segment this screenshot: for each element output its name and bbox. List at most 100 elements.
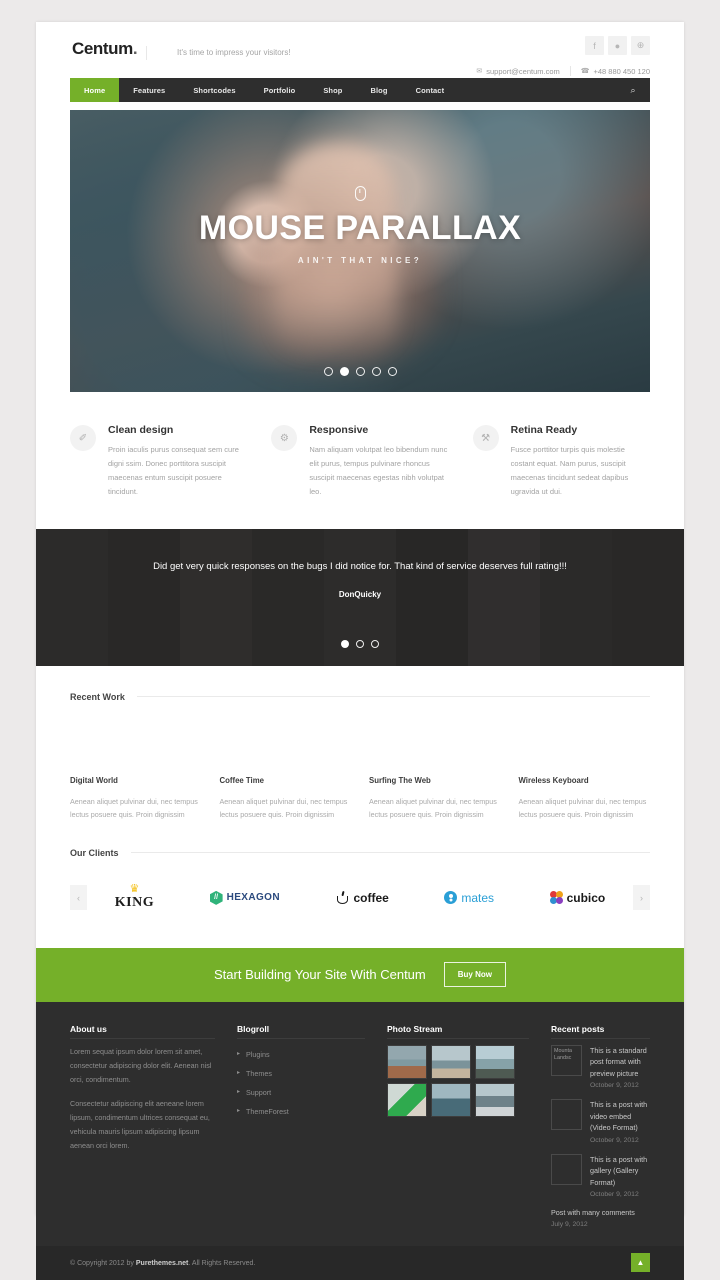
contact-info: ✉ support@centum.com ☎ +48 880 450 120 [476,66,650,76]
work-title: Coffee Time [219,775,264,785]
testimonial-dot-1[interactable] [341,639,349,648]
wrench-icon: ⚒ [472,425,499,451]
recent-post-item-plain[interactable]: Post with many comments July 9, 2012 [551,1208,650,1228]
work-item[interactable]: Coffee Time Aenean aliquet pulvinar dui,… [219,719,351,822]
feature-title: Clean design [108,424,174,436]
photo-thumb[interactable] [431,1082,471,1117]
crown-icon: ♛ [129,883,140,896]
work-item[interactable]: Wireless Keyboard Aenean aliquet pulvina… [518,719,650,822]
about-paragraph-2: Consectetur adipiscing elit aeneane lore… [70,1098,210,1151]
photo-grid [387,1044,529,1117]
post-title: This is a post with video embed (Video F… [590,1100,648,1133]
nav-item-home[interactable]: Home [70,78,120,102]
work-text: Aenean aliquet pulvinar dui, nec tempus … [70,796,198,820]
post-thumbnail-broken [551,1099,582,1131]
scroll-to-top-icon[interactable]: ▲ [631,1253,650,1273]
work-grid: Digital World Aenean aliquet pulvinar du… [70,719,650,822]
google-plus-icon[interactable]: ⊕ [631,36,650,55]
client-name: KING [114,895,155,911]
nav-item-blog[interactable]: Blog [356,78,401,102]
clients-carousel: ‹ ♛ KING HEXAGON co [70,874,650,922]
mates-logo[interactable]: mates [444,878,494,918]
feature-responsive: ⚙ Responsive Nam aliquam volutpat leo bi… [271,424,448,499]
blogroll-link-support[interactable]: Support [237,1083,365,1102]
features-section: ✐ Clean design Proin iaculis purus conse… [36,392,684,529]
clients-section: Our Clients ‹ ♛ KING HEXAGON [36,822,684,922]
post-thumbnail-broken [551,1153,582,1185]
copyright-post: . All Rights Reserved. [188,1259,256,1267]
photo-thumb[interactable] [475,1044,515,1079]
hexagon-logo[interactable]: HEXAGON [209,878,280,918]
copyright-text: © Copyright 2012 by Purethemes.net. All … [70,1260,255,1267]
testimonial-content: Did get very quick responses on the bugs… [36,559,684,599]
photo-thumb[interactable] [387,1044,427,1079]
nav-item-portfolio[interactable]: Portfolio [250,78,310,102]
post-title: Post with many comments [551,1208,635,1218]
cubico-logo[interactable]: cubico [549,878,606,918]
copyright-brand[interactable]: Purethemes.net [136,1260,189,1267]
photo-thumb[interactable] [387,1082,427,1117]
hero-dot-5[interactable] [387,367,397,376]
search-icon[interactable]: ⌕ [616,78,650,102]
work-item[interactable]: Surfing The Web Aenean aliquet pulvinar … [369,719,501,822]
facebook-icon[interactable]: f [585,36,604,55]
recent-work-section: Recent Work Digital World Aenean aliquet… [36,666,684,822]
work-title: Wireless Keyboard [518,775,589,785]
cta-banner: Start Building Your Site With Centum Buy… [36,947,684,1002]
site-logo[interactable]: Centum. [72,39,138,59]
feature-text: Proin iaculis purus consequat sem cure d… [108,445,239,496]
coffee-logo[interactable]: coffee [336,878,389,918]
hero-dot-1[interactable] [323,367,333,376]
contact-email[interactable]: ✉ support@centum.com [476,67,559,76]
social-links: f ● ⊕ [585,36,650,55]
section-title: Our Clients [70,847,119,858]
photo-thumb[interactable] [475,1082,515,1117]
carousel-next-icon[interactable]: › [633,885,650,911]
nav-item-contact[interactable]: Contact [402,78,459,102]
section-header: Our Clients [70,822,650,858]
recent-post-item[interactable]: This is a post with video embed (Video F… [551,1099,650,1144]
share-nodes-icon: ⚙ [271,425,298,451]
recent-post-item[interactable]: This is a post with gallery (Gallery For… [551,1153,650,1199]
feature-retina-ready: ⚒ Retina Ready Fusce porttitor turpis qu… [472,424,650,499]
nav-item-shop[interactable]: Shop [309,78,356,102]
dribbble-icon[interactable]: ● [608,36,627,55]
blogroll-link-themes[interactable]: Themes [237,1064,365,1083]
hero-dot-3[interactable] [355,367,365,376]
person-circle-icon [444,891,458,905]
clients-track: ♛ KING HEXAGON coffee [87,878,633,918]
footer-heading: About us [70,1024,215,1039]
footer-heading: Blogroll [237,1024,365,1039]
testimonial-author: DonQuicky [338,589,382,599]
hero-subtitle: AIN'T THAT NICE? [297,256,423,265]
footer-heading: Recent posts [551,1024,650,1039]
hero-dot-4[interactable] [371,367,381,376]
testimonial-dot-3[interactable] [371,639,379,648]
photo-thumb[interactable] [431,1044,471,1079]
section-title: Recent Work [70,691,125,702]
king-logo[interactable]: ♛ KING [115,878,154,918]
hero-dot-2[interactable] [339,367,349,376]
hero-slider[interactable]: MOUSE PARALLAX AIN'T THAT NICE? [70,110,650,392]
feature-text: Fusce porttitor turpis quis molestie cos… [510,445,629,496]
client-name: HEXAGON [226,892,280,904]
envelope-icon: ✉ [476,68,483,75]
work-thumbnail [369,719,501,776]
recent-post-item[interactable]: Mounta Landsc This is a standard post fo… [551,1044,650,1089]
work-item[interactable]: Digital World Aenean aliquet pulvinar du… [70,719,202,822]
divider [569,66,571,76]
post-date: October 9, 2012 [590,1191,639,1199]
nav-item-features[interactable]: Features [119,78,179,102]
copyright-pre: © Copyright 2012 by [70,1259,136,1267]
site-header: Centum. It's time to impress your visito… [36,22,684,78]
nav-item-shortcodes[interactable]: Shortcodes [179,78,249,102]
site-tagline: It's time to impress your visitors! [146,46,291,60]
blogroll-link-themeforest[interactable]: ThemeForest [237,1102,365,1121]
blogroll-link-plugins[interactable]: Plugins [237,1045,365,1064]
buy-now-button[interactable]: Buy Now [443,962,506,988]
about-paragraph-1: Lorem sequat ipsum dolor lorem sit amet,… [70,1046,212,1084]
phone-icon: ☎ [580,68,590,75]
testimonial-dot-2[interactable] [356,639,364,648]
client-name: cubico [566,890,606,905]
carousel-prev-icon[interactable]: ‹ [70,885,87,911]
